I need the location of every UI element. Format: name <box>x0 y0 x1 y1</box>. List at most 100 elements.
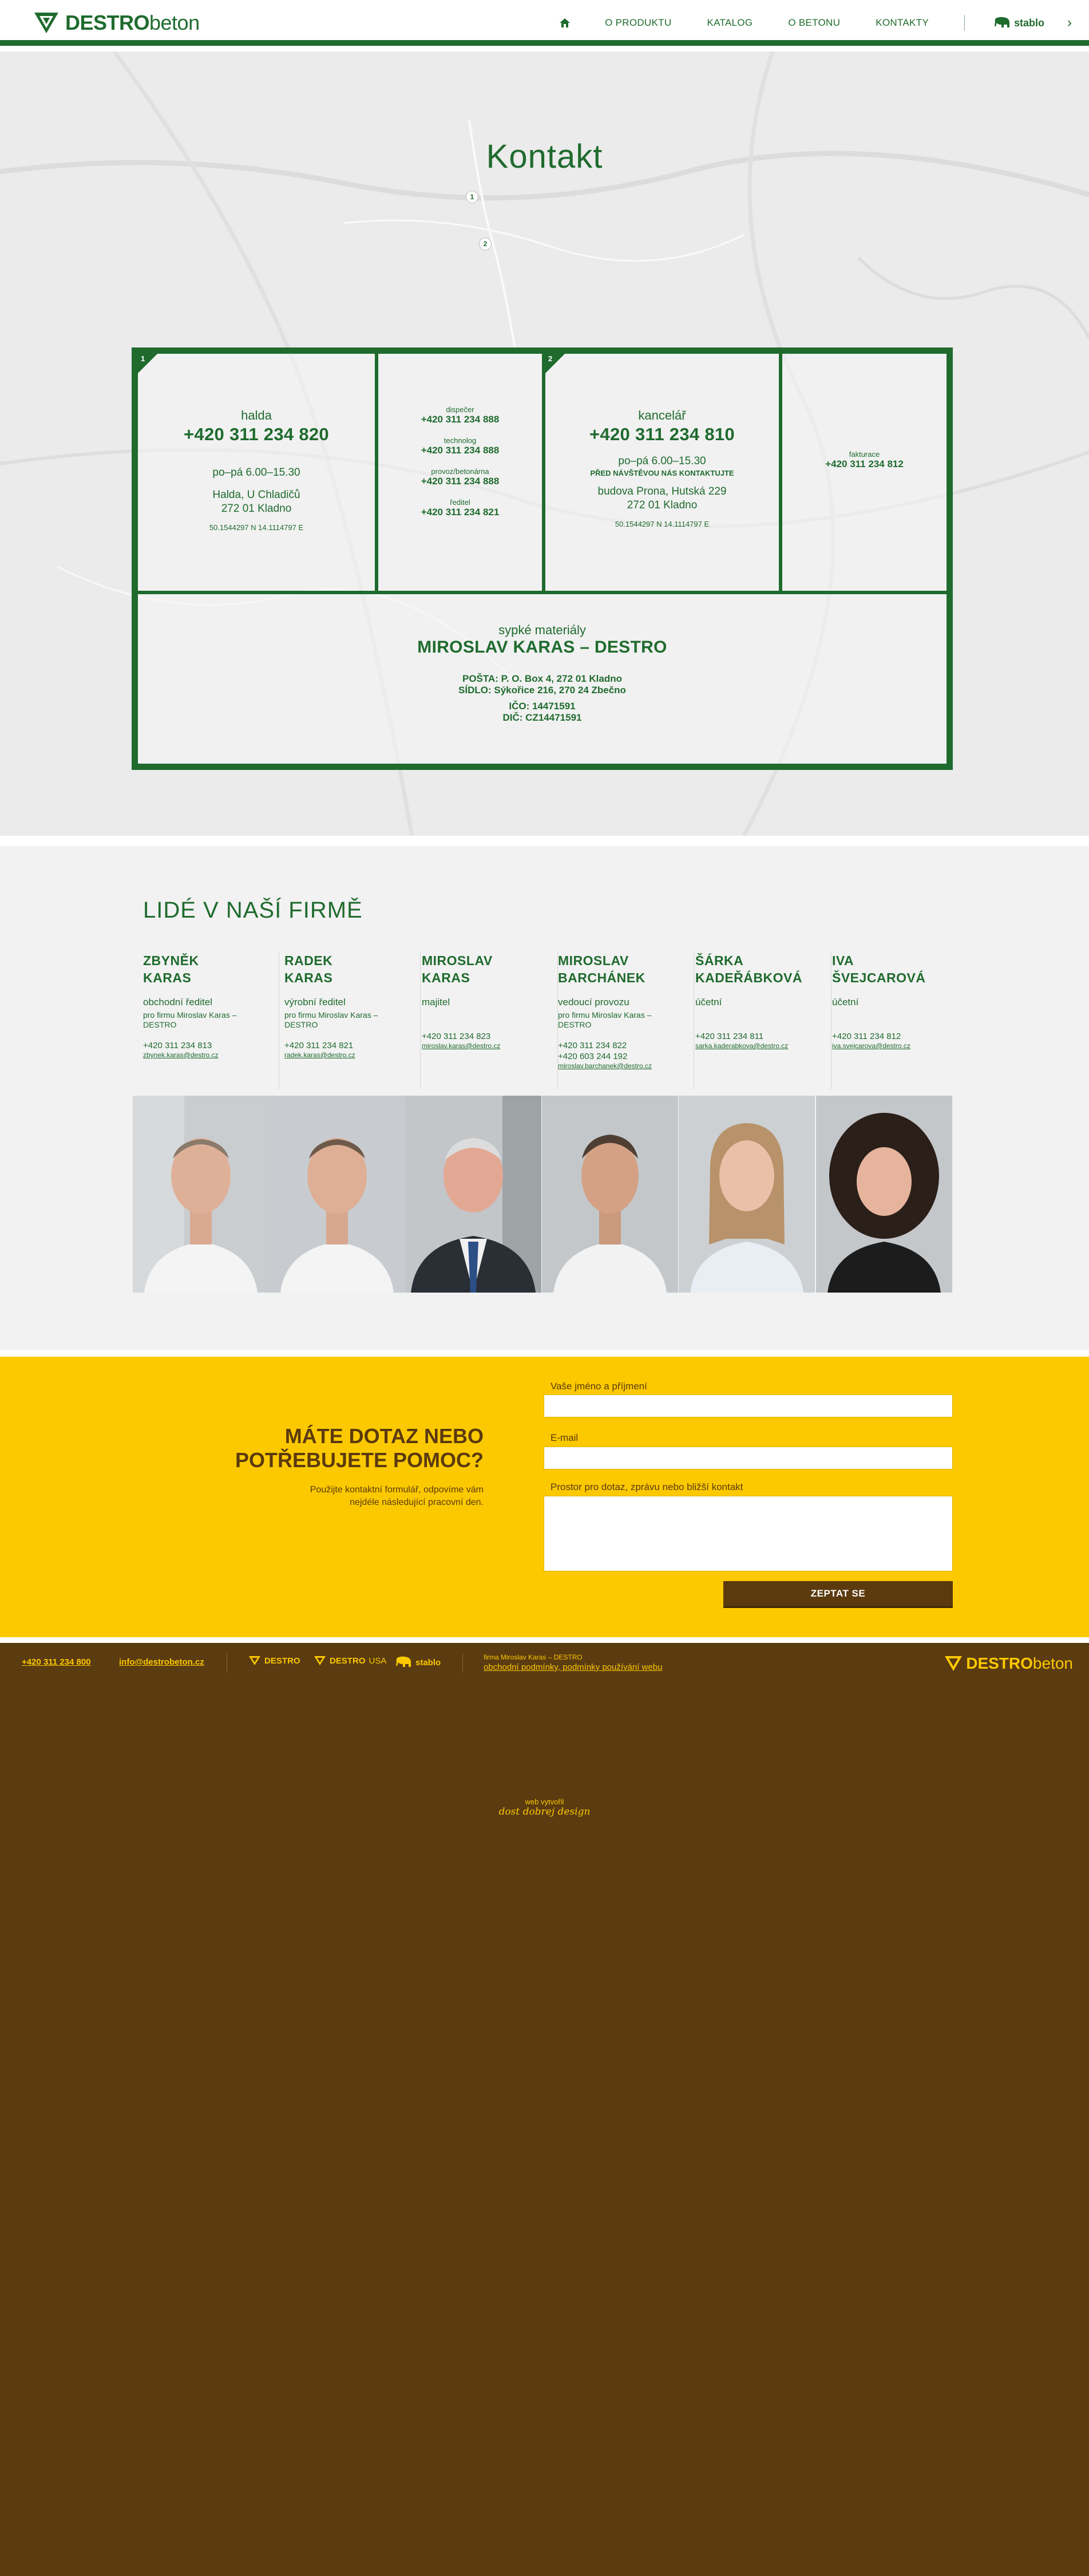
stablo-link[interactable]: stablo <box>993 16 1044 30</box>
name-field[interactable] <box>544 1394 953 1417</box>
footer-logo[interactable]: DESTRObeton <box>944 1654 1073 1673</box>
person-email[interactable]: miroslav.barchanek@destro.cz <box>558 1062 694 1070</box>
site-footer: +420 311 234 800 info@destrobeton.cz DES… <box>0 1643 1089 2576</box>
contact-form-section: MÁTE DOTAZ NEBO POTŘEBUJETE POMOC? Použi… <box>0 1357 1089 1637</box>
message-label: Prostor pro dotaz, zprávu nebo bližší ko… <box>551 1481 743 1492</box>
person-photo <box>133 1096 269 1293</box>
person-email[interactable]: zbynek.karas@destro.cz <box>143 1051 279 1059</box>
nav-o-betonu[interactable]: O BETONU <box>788 17 840 29</box>
person-sub: pro firmu Miroslav Karas – DESTRO <box>143 1010 237 1029</box>
person-first-name: ZBYNĚK <box>143 953 199 968</box>
elephant-icon <box>396 1656 411 1667</box>
person-phone[interactable]: +420 311 234 811 <box>695 1031 831 1042</box>
person-phone-2[interactable]: +420 603 244 192 <box>558 1051 694 1062</box>
person-email[interactable]: sarka.kaderabkova@destro.cz <box>695 1042 831 1050</box>
map-pin-1[interactable]: 1 <box>466 191 478 203</box>
person-phone[interactable]: +420 311 234 812 <box>832 1031 968 1042</box>
footer-divider <box>462 1653 463 1673</box>
destro-logo-icon <box>249 1656 260 1665</box>
brand-bold: DESTRO <box>65 11 150 34</box>
footer-credit[interactable]: web vytvořil dost dobrej design <box>0 1797 1089 1818</box>
card-number-badge: 1 <box>138 354 157 373</box>
form-headline: MÁTE DOTAZ NEBO POTŘEBUJETE POMOC? <box>235 1424 484 1472</box>
dispecer-label: dispečer <box>446 405 474 414</box>
kancelar-address-line2: 272 01 Kladno <box>627 499 698 511</box>
provoz-label: provoz/betonárna <box>431 467 489 476</box>
company-label: sypké materiály <box>498 623 586 637</box>
people-title: LIDÉ V NAŠÍ FIRMĚ <box>143 898 363 923</box>
nav-katalog[interactable]: KATALOG <box>707 17 753 29</box>
person-photo <box>542 1096 678 1293</box>
card-number-badge: 2 <box>545 354 565 373</box>
stablo-label: stablo <box>1013 17 1044 29</box>
contact-map-section: Kontakt 1 2 1 halda +420 311 234 820 po–… <box>0 52 1089 836</box>
submit-button[interactable]: ZEPTAT SE <box>723 1581 953 1606</box>
footer-phone[interactable]: +420 311 234 800 <box>22 1657 91 1667</box>
person-role: vedoucí provozu <box>558 997 629 1008</box>
halda-address-line2: 272 01 Kladno <box>221 503 292 515</box>
provoz-phone[interactable]: +420 311 234 888 <box>378 476 542 487</box>
site-logo[interactable]: DESTRObeton <box>33 10 200 35</box>
person-last-name: KARAS <box>422 970 470 985</box>
brand-light: beton <box>149 11 200 34</box>
fakturace-phone[interactable]: +420 311 234 812 <box>782 459 947 470</box>
person-photo <box>405 1096 541 1293</box>
kancelar-phone[interactable]: +420 311 234 810 <box>545 424 779 445</box>
person-sub: pro firmu Miroslav Karas – DESTRO <box>284 1010 378 1029</box>
company-name: MIROSLAV KARAS – DESTRO <box>417 638 667 657</box>
dispecer-phone[interactable]: +420 311 234 888 <box>378 414 542 425</box>
message-field[interactable] <box>544 1496 953 1571</box>
company-ico: IČO: 14471591 <box>509 701 576 712</box>
person-first-name: ŠÁRKA <box>695 953 744 968</box>
email-label: E-mail <box>551 1432 579 1443</box>
person-photo <box>679 1096 815 1293</box>
name-label: Vaše jméno a příjmení <box>551 1381 647 1392</box>
person-photo <box>269 1096 405 1293</box>
company-posta: POŠTA: P. O. Box 4, 272 01 Kladno <box>462 673 622 684</box>
nav-kontakty[interactable]: KONTAKTY <box>876 17 929 29</box>
person-email[interactable]: miroslav.karas@destro.cz <box>422 1042 558 1050</box>
person-last-name: KADEŘÁBKOVÁ <box>695 970 802 985</box>
technolog-phone[interactable]: +420 311 234 888 <box>378 445 542 456</box>
kancelar-note: PŘED NÁVŠTĚVOU NÁS KONTAKTUJTE <box>590 469 734 477</box>
halda-gps: 50.1544297 N 14.1114797 E <box>209 523 304 532</box>
reditel-phone[interactable]: +420 311 234 821 <box>378 507 542 518</box>
footer-brand-destro-usa[interactable]: DESTRO USA <box>314 1656 386 1666</box>
person-role: obchodní ředitel <box>143 997 212 1008</box>
credit-name: dost dobrej design <box>498 1806 591 1818</box>
person-phone[interactable]: +420 311 234 822 <box>558 1040 694 1051</box>
site-header: DESTRObeton O PRODUKTU KATALOG O BETONU … <box>0 0 1089 46</box>
contact-cards: 1 halda +420 311 234 820 po–pá 6.00–15.3… <box>132 347 953 770</box>
page-title: Kontakt <box>486 138 603 175</box>
person-phone[interactable]: +420 311 234 823 <box>422 1031 558 1042</box>
person-role: výrobní ředitel <box>284 997 346 1008</box>
person-email[interactable]: iva.svejcarova@destro.cz <box>832 1042 968 1050</box>
main-nav: O PRODUKTU KATALOG O BETONU KONTAKTY sta… <box>557 0 1089 46</box>
nav-o-produktu[interactable]: O PRODUKTU <box>605 17 671 29</box>
home-icon[interactable] <box>557 15 573 31</box>
card-company: sypké materiály MIROSLAV KARAS – DESTRO … <box>136 592 948 765</box>
footer-brand-stablo[interactable]: stablo <box>395 1656 441 1669</box>
person-phone[interactable]: +420 311 234 821 <box>284 1040 421 1051</box>
kancelar-address-line1: budova Prona, Hutská 229 <box>597 485 727 497</box>
halda-phone[interactable]: +420 311 234 820 <box>138 424 375 445</box>
chevron-right-icon[interactable]: › <box>1067 15 1072 31</box>
kancelar-hours: po–pá 6.00–15.30 <box>618 455 706 467</box>
card-halda-numbers: dispečer +420 311 234 888 technolog +420… <box>377 352 544 592</box>
footer-email[interactable]: info@destrobeton.cz <box>119 1657 204 1667</box>
credit-label: web vytvořil <box>525 1797 564 1806</box>
form-headline-line2: POTŘEBUJETE POMOC? <box>235 1448 484 1472</box>
person-first-name: IVA <box>832 953 854 968</box>
company-dic: DIČ: CZ14471591 <box>502 712 582 723</box>
email-field[interactable] <box>544 1447 953 1469</box>
person-last-name: KARAS <box>143 970 192 985</box>
person-email[interactable]: radek.karas@destro.cz <box>284 1051 421 1059</box>
person-phone[interactable]: +420 311 234 813 <box>143 1040 279 1051</box>
map-pin-2[interactable]: 2 <box>479 238 492 250</box>
footer-brand-destro[interactable]: DESTRO <box>248 1656 300 1666</box>
person-sub: pro firmu Miroslav Karas – DESTRO <box>558 1010 652 1029</box>
nav-divider <box>964 15 965 31</box>
company-sidlo: SÍDLO: Sýkořice 216, 270 24 Zbečno <box>458 685 626 696</box>
person-last-name: BARCHÁNEK <box>558 970 646 985</box>
footer-terms-link[interactable]: obchodní podmínky, podmínky používání we… <box>484 1662 662 1672</box>
